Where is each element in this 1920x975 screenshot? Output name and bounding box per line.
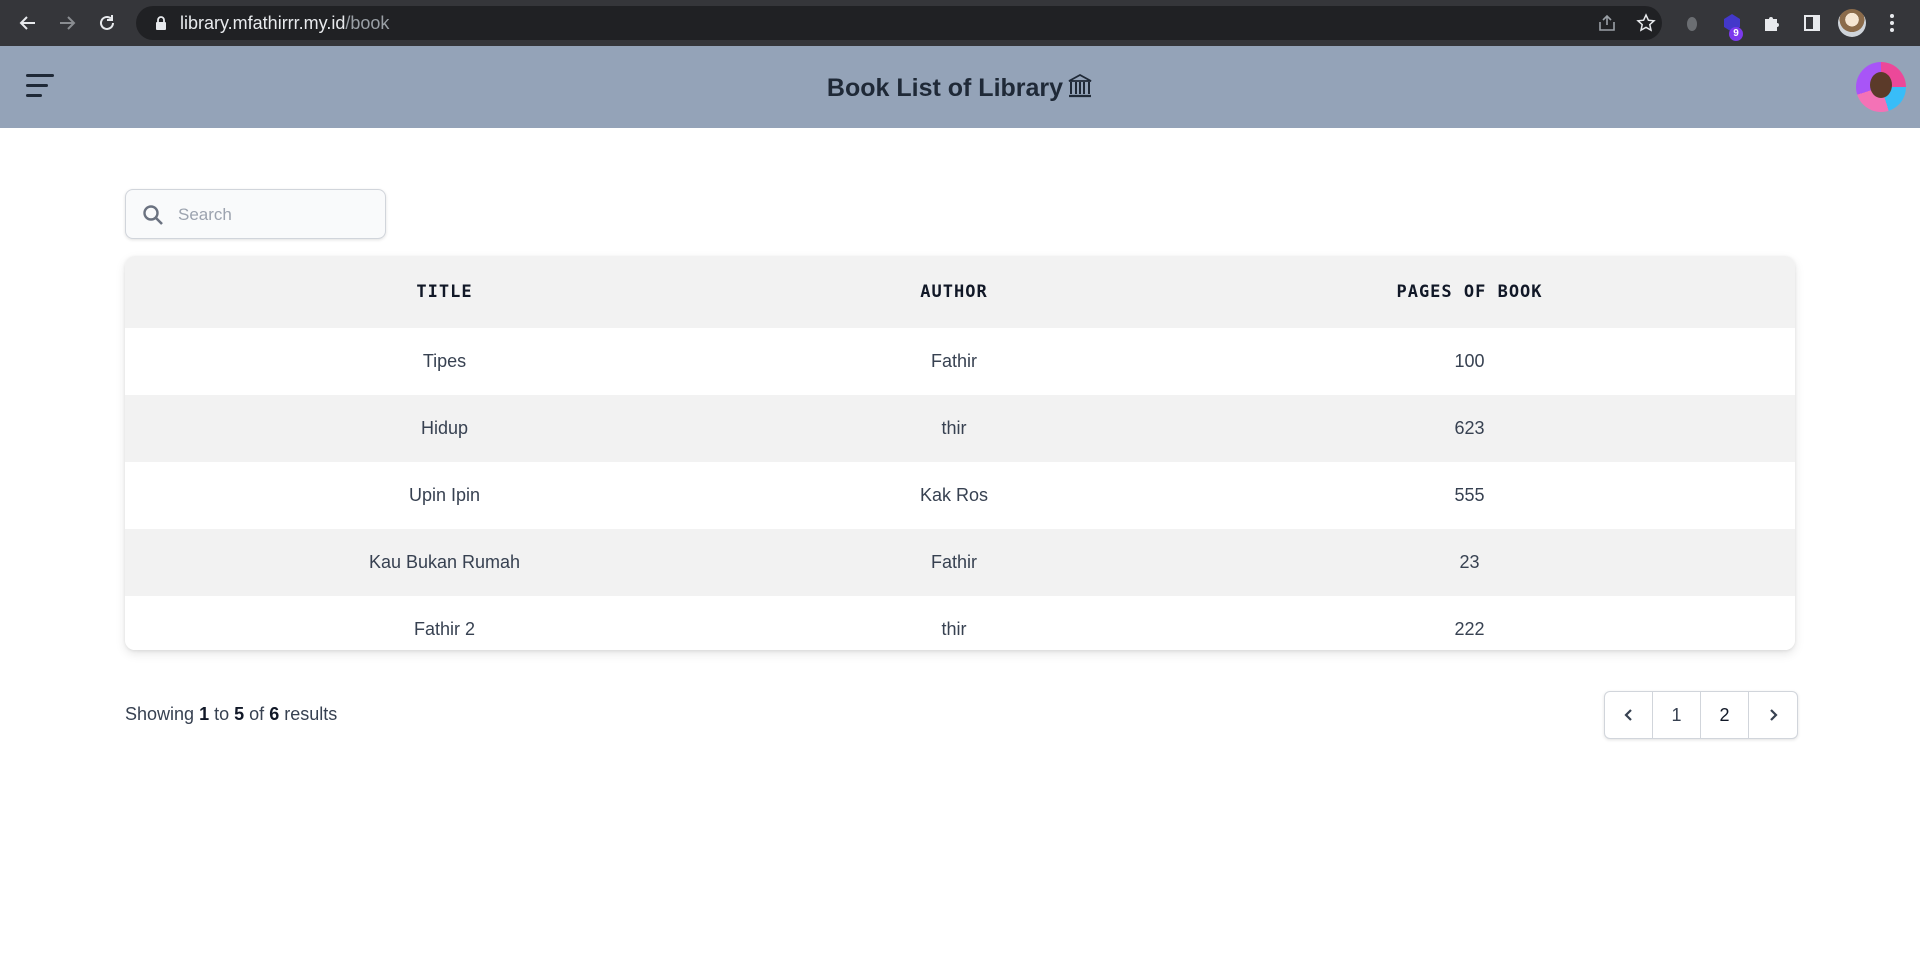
page-title: Book List of Library xyxy=(0,73,1920,106)
page-2-button[interactable]: 2 xyxy=(1701,692,1749,738)
results-prefix: Showing xyxy=(125,704,195,724)
page-title-text: Book List of Library xyxy=(826,74,1064,102)
table-row: Tipes Fathir 100 xyxy=(125,328,1795,395)
cell-author: Fathir xyxy=(764,328,1144,395)
cell-title: Upin Ipin xyxy=(125,462,764,529)
column-header-author: AUTHOR xyxy=(764,256,1144,328)
bookmark-star-icon[interactable] xyxy=(1635,12,1657,34)
column-header-pages: PAGES OF BOOK xyxy=(1144,256,1795,328)
search-box xyxy=(125,189,386,240)
browser-profile-avatar[interactable] xyxy=(1838,9,1866,37)
cell-pages: 222 xyxy=(1144,596,1795,650)
table-row: Upin Ipin Kak Ros 555 xyxy=(125,462,1795,529)
table-row: Fathir 2 thir 222 xyxy=(125,596,1795,650)
cell-author: Kak Ros xyxy=(764,462,1144,529)
address-bar[interactable]: library.mfathirrr.my.id/book xyxy=(136,6,1662,40)
results-total: 6 xyxy=(269,704,280,724)
cell-pages: 555 xyxy=(1144,462,1795,529)
puzzle-icon[interactable] xyxy=(1760,11,1784,35)
search-icon xyxy=(142,204,164,226)
table-row: Hidup thir 623 xyxy=(125,395,1795,462)
back-arrow-icon[interactable] xyxy=(14,9,42,37)
chevron-left-icon xyxy=(1623,709,1632,721)
cell-pages: 100 xyxy=(1144,328,1795,395)
url-text: library.mfathirrr.my.id/book xyxy=(180,13,389,34)
results-of-word: of xyxy=(249,704,265,724)
more-vertical-icon[interactable] xyxy=(1880,11,1904,35)
results-suffix: results xyxy=(284,704,338,724)
url-path: /book xyxy=(345,12,390,33)
page-1-button[interactable]: 1 xyxy=(1653,692,1701,738)
next-page-button[interactable] xyxy=(1749,692,1797,738)
cell-pages: 623 xyxy=(1144,395,1795,462)
avatar[interactable] xyxy=(1856,62,1906,112)
url-host: library.mfathirrr.my.id xyxy=(180,12,346,33)
table-header-row: TITLE AUTHOR PAGES OF BOOK xyxy=(125,256,1795,328)
table-row: Kau Bukan Rumah Fathir 23 xyxy=(125,529,1795,596)
lock-icon xyxy=(152,14,170,32)
cell-author: Fathir xyxy=(764,529,1144,596)
cell-title: Tipes xyxy=(125,328,764,395)
chevron-right-icon xyxy=(1770,709,1778,721)
forward-arrow-icon[interactable] xyxy=(53,9,81,37)
search-input[interactable] xyxy=(176,190,380,240)
cell-author: thir xyxy=(764,395,1144,462)
cell-title: Fathir 2 xyxy=(125,596,764,650)
cell-author: thir xyxy=(764,596,1144,650)
pagination: 1 2 xyxy=(1604,691,1798,739)
app-header: Book List of Library xyxy=(0,46,1920,128)
results-to-word: to xyxy=(214,704,230,724)
cell-title: Hidup xyxy=(125,395,764,462)
prev-page-button[interactable] xyxy=(1605,692,1653,738)
results-to: 5 xyxy=(234,704,245,724)
side-panel-icon[interactable] xyxy=(1800,11,1824,35)
books-table: TITLE AUTHOR PAGES OF BOOK Tipes Fathir … xyxy=(125,256,1795,650)
column-header-title: TITLE xyxy=(125,256,764,328)
reload-icon[interactable] xyxy=(93,9,121,37)
extension-badge: 9 xyxy=(1729,27,1743,41)
browser-toolbar: library.mfathirrr.my.id/book 9 xyxy=(0,0,1920,46)
museum-icon xyxy=(1067,73,1093,106)
extension-gray-icon[interactable] xyxy=(1680,11,1704,35)
cell-pages: 23 xyxy=(1144,529,1795,596)
results-summary: Showing 1 to 5 of 6 results xyxy=(125,704,337,725)
results-from: 1 xyxy=(199,704,210,724)
share-icon[interactable] xyxy=(1596,12,1618,34)
cell-title: Kau Bukan Rumah xyxy=(125,529,764,596)
